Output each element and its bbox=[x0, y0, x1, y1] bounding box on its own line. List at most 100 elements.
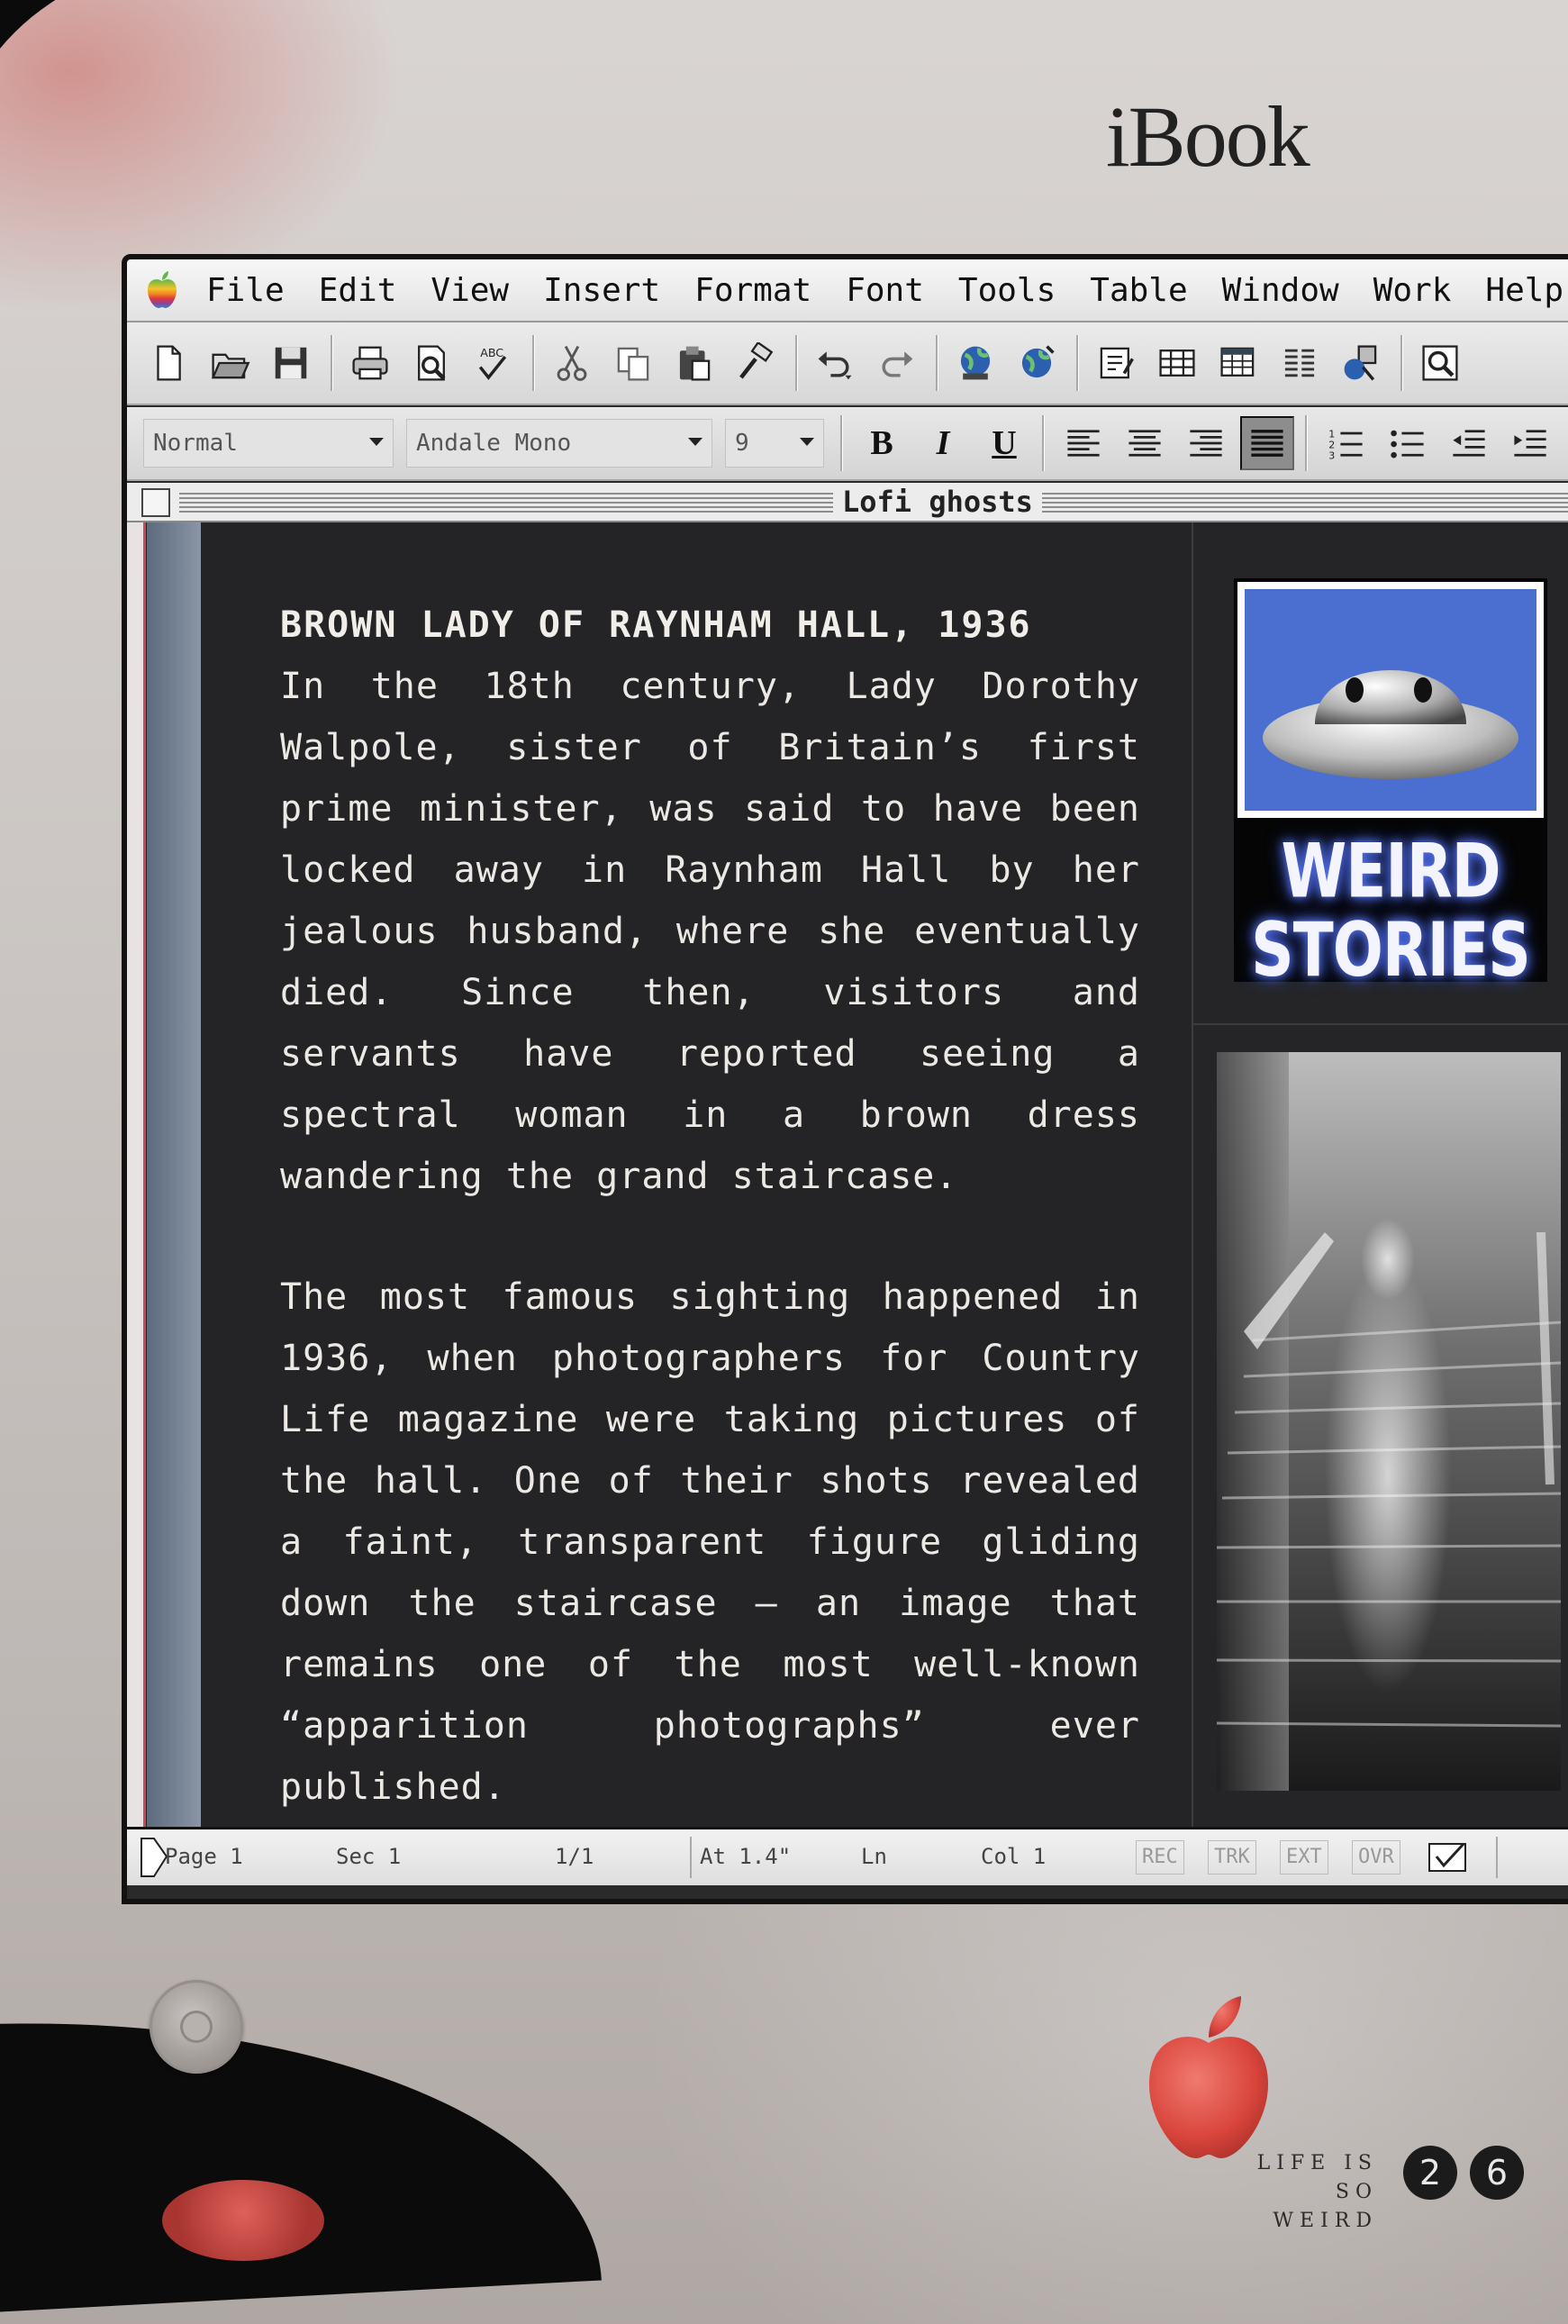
trk-indicator[interactable]: TRK bbox=[1208, 1840, 1256, 1875]
ovr-indicator[interactable]: OVR bbox=[1352, 1840, 1400, 1875]
menu-work[interactable]: Work bbox=[1373, 272, 1452, 309]
toolbar-separator bbox=[331, 335, 332, 391]
menu-edit[interactable]: Edit bbox=[319, 272, 397, 309]
svg-text:1: 1 bbox=[1328, 428, 1335, 440]
status-line: Ln bbox=[861, 1844, 887, 1869]
toolbar-separator bbox=[1400, 335, 1402, 391]
copy-icon[interactable] bbox=[608, 338, 658, 388]
align-center-icon[interactable] bbox=[1118, 416, 1172, 470]
font-size-value: 9 bbox=[735, 430, 749, 457]
bulleted-list-icon[interactable] bbox=[1381, 416, 1435, 470]
svg-text:ABC: ABC bbox=[480, 346, 503, 359]
decrease-indent-icon[interactable] bbox=[1442, 416, 1496, 470]
underline-button[interactable]: U bbox=[977, 416, 1031, 470]
columns-icon[interactable] bbox=[1274, 338, 1325, 388]
insert-table-icon[interactable] bbox=[1152, 338, 1202, 388]
rubber-foot bbox=[162, 2180, 324, 2261]
menu-file[interactable]: File bbox=[206, 272, 285, 309]
menu-insert[interactable]: Insert bbox=[543, 272, 660, 309]
new-document-icon[interactable] bbox=[143, 338, 194, 388]
window-title: Lofi ghosts bbox=[833, 483, 1042, 521]
formatting-toolbar: Normal Andale Mono 9 B I U 123 bbox=[127, 407, 1568, 481]
status-page-count: 1/1 bbox=[555, 1844, 594, 1869]
badge-title-line: STORIES bbox=[1251, 906, 1531, 994]
web-globe-icon[interactable] bbox=[950, 338, 1001, 388]
chevron-down-icon bbox=[688, 438, 702, 446]
insert-worksheet-icon[interactable] bbox=[1213, 338, 1264, 388]
magazine-footer: LIFE IS SO WEIRD bbox=[1225, 2149, 1378, 2236]
toolbar-separator bbox=[1076, 335, 1078, 391]
footer-line: LIFE IS bbox=[1256, 2152, 1378, 2174]
toolbar-separator bbox=[795, 335, 797, 391]
article-paragraph: In the 18th century, Lady Dorothy Walpol… bbox=[280, 666, 1140, 1197]
font-size-dropdown[interactable]: 9 bbox=[725, 419, 824, 468]
drawing-icon[interactable] bbox=[1336, 338, 1386, 388]
document-title-bar: Lofi ghosts bbox=[127, 483, 1568, 522]
toolbar-separator bbox=[1305, 415, 1307, 471]
toolbar-separator bbox=[1042, 415, 1044, 471]
badge-title: WEIRD STORIES bbox=[1234, 828, 1547, 994]
align-right-icon[interactable] bbox=[1179, 416, 1233, 470]
increase-indent-icon[interactable] bbox=[1503, 416, 1557, 470]
sidebar-divider bbox=[1193, 1023, 1568, 1025]
window-left-edge bbox=[127, 522, 146, 1827]
power-button[interactable] bbox=[150, 1980, 243, 2074]
toolbar-separator bbox=[936, 335, 938, 391]
numbered-list-icon[interactable]: 123 bbox=[1319, 416, 1373, 470]
menu-table[interactable]: Table bbox=[1090, 272, 1187, 309]
apple-menu-icon[interactable] bbox=[127, 259, 197, 321]
badge-title-line: WEIRD bbox=[1281, 828, 1500, 915]
format-painter-icon[interactable] bbox=[730, 338, 781, 388]
menu-format[interactable]: Format bbox=[694, 272, 811, 309]
ext-indicator[interactable]: EXT bbox=[1280, 1840, 1328, 1875]
ibook-logo-text: iBook bbox=[1106, 88, 1310, 185]
sidebar-divider bbox=[1192, 522, 1193, 1827]
menu-help[interactable]: Help bbox=[1485, 272, 1563, 309]
status-page: Page 1 bbox=[165, 1844, 243, 1869]
zoom-icon[interactable] bbox=[1415, 338, 1465, 388]
save-icon[interactable] bbox=[266, 338, 316, 388]
web-toolbar-icon[interactable] bbox=[1011, 338, 1062, 388]
rec-indicator[interactable]: REC bbox=[1136, 1840, 1184, 1875]
font-dropdown[interactable]: Andale Mono bbox=[406, 419, 712, 468]
article-heading: BROWN LADY OF RAYNHAM HALL, 1936 bbox=[280, 604, 1032, 646]
justify-icon[interactable] bbox=[1240, 416, 1294, 470]
status-at-position: At 1.4" bbox=[700, 1844, 792, 1869]
text-box-icon[interactable] bbox=[1091, 338, 1141, 388]
redo-icon[interactable] bbox=[871, 338, 921, 388]
status-bar: Page 1 Sec 1 1/1 At 1.4" Ln Col 1 REC TR… bbox=[127, 1827, 1568, 1885]
bold-button[interactable]: B bbox=[855, 416, 909, 470]
standard-toolbar: ABC bbox=[127, 322, 1568, 405]
italic-button[interactable]: I bbox=[916, 416, 970, 470]
close-box-button[interactable] bbox=[141, 488, 170, 517]
status-section: Sec 1 bbox=[336, 1844, 402, 1869]
status-separator bbox=[690, 1837, 692, 1878]
menu-bar: File Edit View Insert Format Font Tools … bbox=[127, 259, 1568, 322]
menu-font[interactable]: Font bbox=[846, 272, 924, 309]
open-folder-icon[interactable] bbox=[204, 338, 255, 388]
svg-text:2: 2 bbox=[1328, 440, 1335, 451]
chevron-down-icon bbox=[800, 438, 814, 446]
status-column: Col 1 bbox=[981, 1844, 1047, 1869]
footer-line: SO WEIRD bbox=[1273, 2181, 1378, 2232]
cut-icon[interactable] bbox=[547, 338, 597, 388]
page-number-digit: 2 bbox=[1403, 2146, 1457, 2200]
laptop-screen: File Edit View Insert Format Font Tools … bbox=[122, 254, 1568, 1904]
align-left-icon[interactable] bbox=[1056, 416, 1110, 470]
svg-text:3: 3 bbox=[1328, 450, 1335, 462]
spelling-check-icon[interactable]: ABC bbox=[467, 338, 518, 388]
article-text: BROWN LADY OF RAYNHAM HALL, 1936 In the … bbox=[280, 595, 1140, 1818]
print-icon[interactable] bbox=[345, 338, 395, 388]
menu-window[interactable]: Window bbox=[1222, 272, 1339, 309]
paste-icon[interactable] bbox=[669, 338, 720, 388]
menu-view[interactable]: View bbox=[431, 272, 509, 309]
ufo-illustration bbox=[1237, 582, 1544, 818]
menu-tools[interactable]: Tools bbox=[958, 272, 1056, 309]
style-dropdown[interactable]: Normal bbox=[143, 419, 394, 468]
print-preview-icon[interactable] bbox=[406, 338, 457, 388]
brown-lady-ghost-photo bbox=[1217, 1052, 1561, 1791]
toolbar-separator bbox=[532, 335, 534, 391]
undo-icon[interactable] bbox=[810, 338, 860, 388]
vertical-ruler bbox=[147, 522, 201, 1827]
spelling-status-icon[interactable] bbox=[1424, 1838, 1478, 1876]
